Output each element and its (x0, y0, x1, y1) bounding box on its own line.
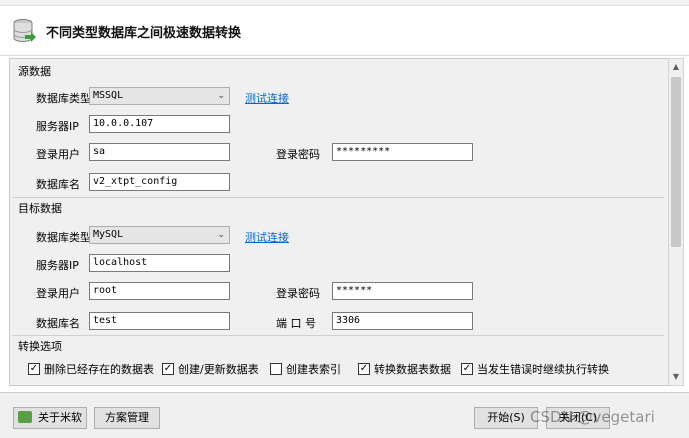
source-password-label: 登录密码 (276, 148, 320, 161)
chevron-down-icon: ⌄ (217, 230, 225, 240)
start-button-label: 开始(S) (487, 411, 525, 424)
source-password-input[interactable]: ********* (332, 143, 473, 161)
source-dbname-label: 数据库名 (36, 178, 80, 191)
source-test-connection-link[interactable]: 测试连接 (245, 90, 289, 106)
manage-button-label: 方案管理 (105, 411, 149, 424)
option-drop-tables-label: 删除已经存在的数据表 (44, 363, 154, 376)
option-continue-on-error-label: 当发生错误时继续执行转换 (477, 363, 609, 376)
app-logo-icon (18, 411, 32, 423)
option-drop-tables[interactable]: ✓ 删除已经存在的数据表 (28, 361, 154, 377)
title-bar: 不同类型数据库之间极速数据转换 (0, 6, 689, 56)
scroll-up-icon[interactable]: ▲ (669, 59, 683, 75)
target-db-type-label: 数据库类型 (36, 231, 91, 244)
target-dbname-label: 数据库名 (36, 317, 80, 330)
watermark-text: CSDN @vegetari (530, 408, 655, 426)
target-server-input[interactable]: localhost (89, 254, 230, 272)
checkbox-icon[interactable]: ✓ (461, 363, 473, 375)
scroll-down-icon[interactable]: ▼ (669, 369, 683, 385)
database-icon (13, 19, 36, 42)
vertical-scrollbar[interactable]: ▲ ▼ (668, 58, 684, 386)
target-dbname-input[interactable]: test (89, 312, 230, 330)
scroll-thumb[interactable] (671, 77, 681, 247)
source-dbname-input[interactable]: v2_xtpt_config (89, 173, 230, 191)
target-user-label: 登录用户 (36, 287, 80, 300)
checkbox-icon[interactable]: ✓ (162, 363, 174, 375)
option-create-update-tables[interactable]: ✓ 创建/更新数据表 (162, 361, 259, 377)
source-db-type-label: 数据库类型 (36, 92, 91, 105)
target-test-connection-link[interactable]: 测试连接 (245, 229, 289, 245)
target-user-input[interactable]: root (89, 282, 230, 300)
option-create-indexes[interactable]: 创建表索引 (270, 361, 341, 377)
target-password-label: 登录密码 (276, 287, 320, 300)
source-server-label: 服务器IP (36, 120, 79, 133)
options-section-title: 转换选项 (18, 340, 62, 353)
checkbox-icon[interactable]: ✓ (28, 363, 40, 375)
option-continue-on-error[interactable]: ✓ 当发生错误时继续执行转换 (461, 361, 609, 377)
manage-button[interactable]: 方案管理 (94, 407, 160, 429)
checkbox-icon[interactable] (270, 363, 282, 375)
source-user-label: 登录用户 (36, 148, 80, 161)
source-db-type-value: MSSQL (93, 90, 124, 101)
target-db-type-value: MySQL (93, 229, 124, 240)
options-group: 转换选项 ✓ 删除已经存在的数据表 ✓ 创建/更新数据表 创建表索引 ✓ 转换数… (12, 335, 664, 385)
source-server-input[interactable]: 10.0.0.107 (89, 115, 230, 133)
option-convert-data-label: 转换数据表数据 (374, 363, 451, 376)
target-section-title: 目标数据 (18, 202, 62, 215)
window-title: 不同类型数据库之间极速数据转换 (46, 26, 242, 41)
source-user-input[interactable]: sa (89, 143, 230, 161)
settings-panel: 源数据 数据库类型 MSSQL ⌄ 测试连接 服务器IP 10.0.0.107 … (9, 58, 669, 386)
target-server-label: 服务器IP (36, 259, 79, 272)
target-port-label: 端 口 号 (276, 317, 316, 330)
option-convert-data[interactable]: ✓ 转换数据表数据 (358, 361, 451, 377)
about-button-label: 关于米软 (38, 411, 82, 424)
option-create-update-tables-label: 创建/更新数据表 (178, 363, 259, 376)
target-db-type-select[interactable]: MySQL ⌄ (89, 226, 230, 244)
chevron-down-icon: ⌄ (217, 91, 225, 101)
checkbox-icon[interactable]: ✓ (358, 363, 370, 375)
source-db-type-select[interactable]: MSSQL ⌄ (89, 87, 230, 105)
source-section-title: 源数据 (18, 65, 51, 78)
target-group: 目标数据 数据库类型 MySQL ⌄ 测试连接 服务器IP localhost … (12, 197, 664, 335)
target-port-input[interactable]: 3306 (332, 312, 473, 330)
about-button[interactable]: 关于米软 (13, 407, 87, 429)
target-password-input[interactable]: ****** (332, 282, 473, 300)
start-button[interactable]: 开始(S) (474, 407, 538, 429)
option-create-indexes-label: 创建表索引 (286, 363, 341, 376)
source-group: 源数据 数据库类型 MSSQL ⌄ 测试连接 服务器IP 10.0.0.107 … (12, 59, 664, 199)
